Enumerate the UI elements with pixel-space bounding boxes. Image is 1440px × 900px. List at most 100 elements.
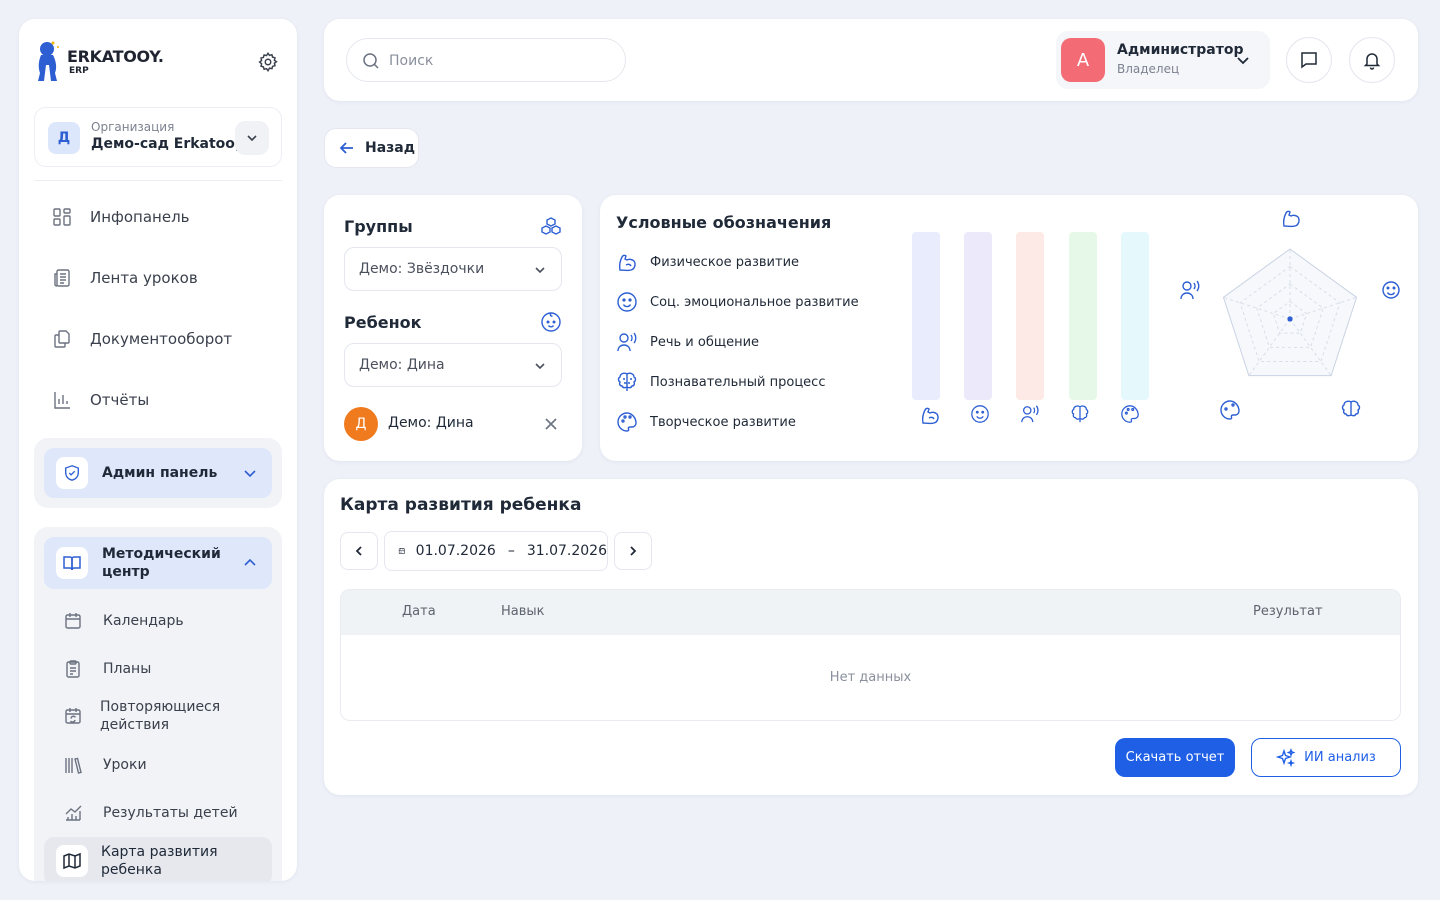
bar-social bbox=[964, 232, 992, 400]
search-box[interactable] bbox=[346, 38, 626, 82]
empty-state: Нет данных bbox=[829, 670, 912, 685]
top-bar: А Администратор Владелец bbox=[324, 19, 1418, 101]
chevron-right-icon bbox=[630, 546, 637, 556]
legend-label: Соц. эмоциональное развитие bbox=[650, 294, 859, 310]
group-select[interactable]: Демо: Звёздочки bbox=[344, 247, 562, 291]
user-role: Владелец bbox=[1117, 62, 1180, 76]
sidebar-item-label: Календарь bbox=[103, 613, 184, 629]
chevron-up-icon bbox=[244, 558, 256, 566]
back-button[interactable]: Назад bbox=[324, 128, 419, 168]
group-select-value: Демо: Звёздочки bbox=[359, 261, 485, 277]
logo[interactable]: ERKATOOY. ERP bbox=[33, 39, 173, 83]
grid-icon bbox=[53, 208, 71, 226]
prev-period-button[interactable] bbox=[340, 532, 378, 570]
close-icon[interactable] bbox=[544, 417, 558, 431]
label-line: действия bbox=[100, 717, 170, 733]
legend-item-creative: Творческое развитие bbox=[616, 410, 796, 434]
clipboard-icon bbox=[66, 660, 80, 678]
child-select[interactable]: Демо: Дина bbox=[344, 343, 562, 387]
books-icon bbox=[65, 757, 82, 774]
search-input[interactable] bbox=[389, 49, 609, 73]
ai-analysis-button[interactable]: ИИ анализ bbox=[1251, 738, 1401, 777]
organization-selector[interactable]: Д Организация Демо-сад Erkatooy bbox=[34, 107, 282, 167]
book-icon bbox=[63, 556, 81, 571]
brain-icon bbox=[1341, 400, 1361, 417]
legend-label: Познавательный процесс bbox=[650, 374, 826, 390]
methodical-icon-box bbox=[56, 547, 88, 579]
sidebar-item-dashboard[interactable]: Инфопанель bbox=[52, 202, 190, 232]
admin-panel-label: Админ панель bbox=[102, 465, 218, 481]
radar-values bbox=[1287, 316, 1293, 322]
search-icon bbox=[363, 53, 379, 69]
admin-panel-toggle[interactable]: Админ панель bbox=[44, 448, 272, 498]
user-name: Администратор bbox=[1117, 42, 1244, 58]
sidebar-item-plans[interactable]: Планы bbox=[63, 659, 151, 679]
map-icon-box bbox=[56, 845, 88, 877]
legend-label: Речь и общение bbox=[650, 334, 760, 350]
newspaper-icon bbox=[54, 269, 70, 287]
chevron-down-icon bbox=[244, 470, 256, 478]
sidebar-item-label: Лента уроков bbox=[90, 269, 198, 287]
ai-analysis-label: ИИ анализ bbox=[1304, 750, 1376, 765]
sidebar-item-label: Результаты детей bbox=[103, 805, 238, 821]
muscle-icon bbox=[1282, 210, 1300, 228]
column-header-date[interactable]: Дата bbox=[402, 604, 436, 619]
column-header-result[interactable]: Результат bbox=[1253, 604, 1323, 619]
palette-icon bbox=[617, 412, 637, 432]
bar-creative bbox=[1121, 232, 1149, 400]
date-separator: – bbox=[507, 543, 515, 559]
user-menu[interactable]: А Администратор Владелец bbox=[1056, 31, 1270, 89]
child-title: Ребенок bbox=[344, 313, 422, 332]
speech-icon bbox=[1021, 405, 1039, 423]
muscle-icon bbox=[618, 254, 636, 272]
brain-icon bbox=[1071, 405, 1089, 423]
sidebar-item-lessons-feed[interactable]: Лента уроков bbox=[52, 263, 198, 293]
radar-grid bbox=[1222, 248, 1358, 377]
gear-icon[interactable] bbox=[257, 51, 279, 73]
next-period-button[interactable] bbox=[614, 532, 652, 570]
sparkles-icon bbox=[1276, 747, 1296, 767]
mascot-icon bbox=[38, 41, 59, 81]
column-header-skill[interactable]: Навык bbox=[501, 604, 545, 619]
label-line: Методический bbox=[102, 546, 221, 562]
admin-group: Админ панель bbox=[34, 438, 282, 508]
calendar-repeat-icon bbox=[65, 708, 81, 724]
sidebar-item-documents[interactable]: Документооборот bbox=[52, 324, 232, 354]
speech-icon bbox=[617, 332, 637, 352]
bar-physical bbox=[912, 232, 940, 400]
sidebar-item-child-results[interactable]: Результаты детей bbox=[63, 803, 238, 823]
legend-item-cognitive: Познавательный процесс bbox=[616, 370, 825, 394]
selected-child: Д Демо: Дина bbox=[344, 407, 562, 441]
shield-icon bbox=[65, 465, 79, 481]
development-map-card: Карта развития ребенка 01.07.2026 – 31.0… bbox=[324, 479, 1418, 795]
palette-icon bbox=[1121, 405, 1139, 423]
download-report-button[interactable]: Скачать отчет bbox=[1115, 738, 1235, 777]
messages-button[interactable] bbox=[1286, 37, 1332, 83]
cubes-icon bbox=[541, 217, 561, 235]
sidebar-item-label: Планы bbox=[103, 661, 152, 677]
chevron-down-icon bbox=[535, 363, 545, 370]
methodical-center-toggle[interactable]: Методический центр bbox=[44, 537, 272, 589]
brand-sub: ERP bbox=[69, 66, 89, 76]
avatar: Д bbox=[344, 407, 378, 441]
sidebar-item-development-map[interactable]: Карта развития ребенка bbox=[44, 837, 272, 881]
sidebar: ERKATOOY. ERP Д Организация Демо-сад Erk… bbox=[19, 19, 297, 881]
calendar-icon bbox=[398, 547, 405, 554]
category-bars bbox=[900, 231, 1160, 431]
legend-label: Творческое развитие bbox=[650, 414, 796, 430]
sidebar-item-recurring[interactable]: Повторяющиеся действия bbox=[63, 698, 220, 734]
sidebar-item-lessons[interactable]: Уроки bbox=[63, 755, 147, 775]
documents-icon bbox=[54, 330, 70, 348]
legend-item-social: Соц. эмоциональное развитие bbox=[616, 290, 859, 314]
chevron-down-icon bbox=[1237, 57, 1249, 65]
org-dropdown-button[interactable] bbox=[235, 121, 269, 155]
palette-icon bbox=[1220, 400, 1240, 420]
chevron-left-icon bbox=[355, 546, 362, 556]
legend-item-physical: Физическое развитие bbox=[616, 250, 799, 274]
sidebar-item-calendar[interactable]: Календарь bbox=[63, 611, 184, 631]
legend-card: Условные обозначения Физическое развитие… bbox=[600, 195, 1418, 461]
date-to: 31.07.2026 bbox=[526, 543, 607, 559]
date-range-picker[interactable]: 01.07.2026 – 31.07.2026 bbox=[384, 531, 608, 571]
notifications-button[interactable] bbox=[1349, 37, 1395, 83]
sidebar-item-reports[interactable]: Отчёты bbox=[52, 385, 149, 415]
